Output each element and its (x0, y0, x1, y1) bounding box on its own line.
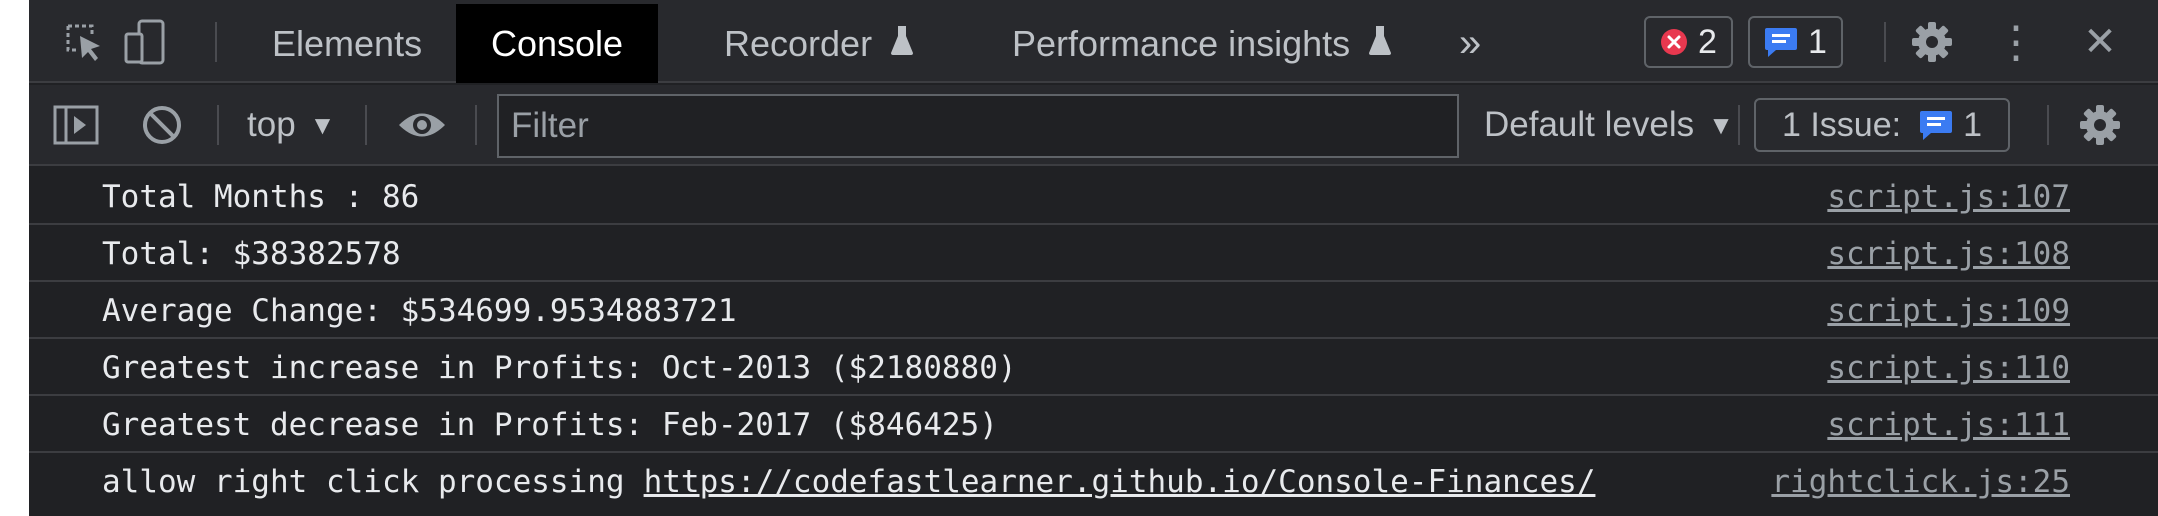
issues-label: 1 Issue: (1782, 105, 1902, 144)
clear-console-icon[interactable] (137, 100, 187, 150)
toolbar-separator (217, 105, 219, 145)
tab-recorder[interactable]: Recorder (689, 4, 949, 83)
console-message: Greatest increase in Profits: Oct-2013 (… (29, 339, 2158, 396)
source-link[interactable]: script.js:108 (1827, 225, 2070, 282)
context-selector[interactable]: top ▼ (247, 99, 335, 151)
error-count-badge[interactable]: 2 (1644, 16, 1733, 68)
message-icon (1765, 28, 1797, 57)
toolbar-separator (365, 105, 367, 145)
caret-down-icon: ▼ (1708, 109, 1734, 140)
console-settings-gear-icon[interactable] (2075, 100, 2125, 150)
message-url-link[interactable]: https://codefastlearner.github.io/Consol… (644, 464, 1596, 500)
source-link[interactable]: script.js:110 (1827, 339, 2070, 396)
gear-icon[interactable] (1907, 17, 1957, 67)
message-text: Greatest decrease in Profits: Feb-2017 (… (102, 406, 998, 443)
log-levels-dropdown[interactable]: Default levels ▼ (1456, 99, 1762, 151)
message-text: allow right click processing (102, 463, 625, 500)
sidebar-toggle-icon[interactable] (51, 100, 101, 150)
inspect-element-icon[interactable] (59, 17, 109, 67)
console-message: Average Change: $534699.9534883721 scrip… (29, 282, 2158, 339)
tab-recorder-label: Recorder (724, 22, 873, 64)
tab-performance-insights-label: Performance insights (1012, 22, 1351, 64)
filter-input[interactable] (497, 94, 1459, 158)
message-text: Total Months : 86 (102, 178, 420, 215)
message-text: Total: $38382578 (102, 235, 401, 272)
issues-button[interactable]: 1 Issue: 1 (1754, 98, 2010, 152)
devtools-tabbar: Elements Console Recorder Performance in… (29, 0, 2158, 83)
toolbar-separator (475, 105, 477, 145)
console-message: Greatest decrease in Profits: Feb-2017 (… (29, 396, 2158, 453)
close-icon[interactable]: ✕ (2075, 17, 2125, 67)
message-text: Greatest increase in Profits: Oct-2013 (… (102, 349, 1017, 386)
more-options-icon[interactable]: ⋮ (1991, 17, 2041, 67)
console-message: Total: $38382578 script.js:108 (29, 225, 2158, 282)
tabbar-separator (1884, 22, 1886, 62)
more-tabs-icon: » (1459, 21, 1482, 65)
eye-icon[interactable] (397, 100, 447, 150)
tab-elements-label: Elements (272, 22, 423, 64)
message-count-badge[interactable]: 1 (1748, 16, 1843, 68)
devtools-panel: Elements Console Recorder Performance in… (29, 0, 2158, 516)
toolbar-separator (1738, 105, 1740, 145)
toolbar-separator (2047, 105, 2049, 145)
source-link[interactable]: script.js:109 (1827, 282, 2070, 339)
error-count: 2 (1698, 22, 1717, 61)
source-link[interactable]: rightclick.js:25 (1771, 453, 2070, 510)
more-tabs-button[interactable]: » (1439, 4, 1501, 83)
tab-console-label: Console (490, 22, 624, 64)
tab-console[interactable]: Console (456, 4, 658, 83)
context-label: top (247, 105, 296, 144)
message-text-with-link: allow right click processing https://code… (102, 453, 1595, 510)
console-messages: Total Months : 86 script.js:107 Total: $… (29, 168, 2158, 516)
log-levels-label: Default levels (1484, 105, 1695, 144)
source-link[interactable]: script.js:107 (1827, 168, 2070, 225)
console-message: allow right click processing https://code… (29, 453, 2158, 510)
source-link[interactable]: script.js:111 (1827, 396, 2070, 453)
message-text: Average Change: $534699.9534883721 (102, 292, 737, 329)
tabbar-separator (215, 22, 217, 62)
message-count: 1 (1808, 22, 1827, 61)
message-icon (1920, 111, 1953, 140)
tab-elements[interactable]: Elements (237, 4, 457, 83)
error-icon (1661, 29, 1687, 55)
console-message: Total Months : 86 script.js:107 (29, 168, 2158, 225)
flask-icon (1368, 23, 1392, 65)
issues-count: 1 (1963, 105, 1982, 144)
console-toolbar: top ▼ Default levels ▼ 1 Issue: 1 (29, 85, 2158, 166)
tab-performance-insights[interactable]: Performance insights (977, 4, 1427, 83)
flask-icon (890, 23, 914, 65)
caret-down-icon: ▼ (309, 109, 336, 140)
device-toolbar-icon[interactable] (120, 17, 170, 67)
